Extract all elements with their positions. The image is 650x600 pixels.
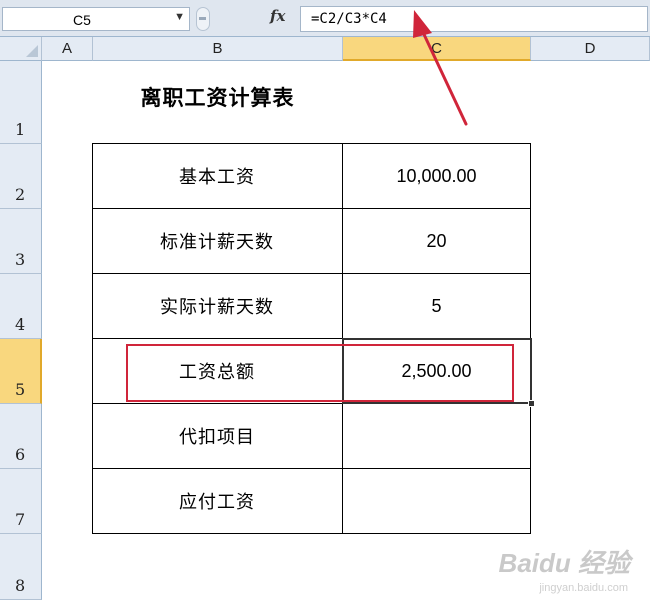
sheet-title: 离职工资计算表	[140, 86, 295, 110]
cell-b2[interactable]: 基本工资	[92, 144, 343, 209]
name-box-value: C5	[73, 12, 91, 28]
formula-text: =C2/C3*C4	[311, 11, 387, 27]
select-all-button[interactable]	[0, 37, 42, 61]
row-header-8[interactable]: 8	[0, 534, 42, 600]
row-header-3[interactable]: 3	[0, 209, 42, 274]
column-header-a[interactable]: A	[42, 37, 93, 61]
insert-function-icon[interactable]: fx	[270, 7, 285, 25]
row-header-2[interactable]: 2	[0, 144, 42, 209]
formula-bar: C5 ▼ fx =C2/C3*C4	[0, 0, 650, 37]
row-number: 2	[15, 185, 26, 204]
cell-c7[interactable]	[343, 469, 531, 534]
row-number: 6	[15, 445, 26, 464]
watermark-url: jingyan.baidu.com	[539, 582, 628, 594]
cell-c2[interactable]: 10,000.00	[343, 144, 531, 209]
row-number: 3	[15, 250, 26, 269]
row-number: 8	[15, 576, 26, 595]
fill-handle[interactable]	[528, 400, 535, 407]
column-header-d[interactable]: D	[531, 37, 650, 61]
formula-input[interactable]: =C2/C3*C4	[300, 6, 648, 32]
row-number: 7	[15, 510, 26, 529]
cell-b6[interactable]: 代扣项目	[92, 404, 343, 469]
column-header-c[interactable]: C	[343, 37, 531, 61]
row-number: 1	[15, 120, 26, 139]
chevron-down-icon[interactable]: ▼	[174, 11, 185, 23]
cell-c6[interactable]	[343, 404, 531, 469]
highlight-box	[126, 344, 514, 402]
formula-bar-resize-handle[interactable]	[196, 7, 210, 31]
cell-b3[interactable]: 标准计薪天数	[92, 209, 343, 274]
name-box[interactable]: C5 ▼	[2, 7, 190, 31]
row-header-1[interactable]: 1	[0, 61, 42, 144]
cell-b7[interactable]: 应付工资	[92, 469, 343, 534]
row-header-4[interactable]: 4	[0, 274, 42, 339]
row-number: 5	[15, 380, 26, 399]
row-number: 4	[15, 315, 26, 334]
row-header-7[interactable]: 7	[0, 469, 42, 534]
watermark-logo: Baidu 经验	[498, 548, 630, 578]
cell-c3[interactable]: 20	[343, 209, 531, 274]
cell-c4[interactable]: 5	[343, 274, 531, 339]
row-header-5[interactable]: 5	[0, 339, 42, 404]
column-header-b[interactable]: B	[93, 37, 343, 61]
cell-b4[interactable]: 实际计薪天数	[92, 274, 343, 339]
row-header-6[interactable]: 6	[0, 404, 42, 469]
